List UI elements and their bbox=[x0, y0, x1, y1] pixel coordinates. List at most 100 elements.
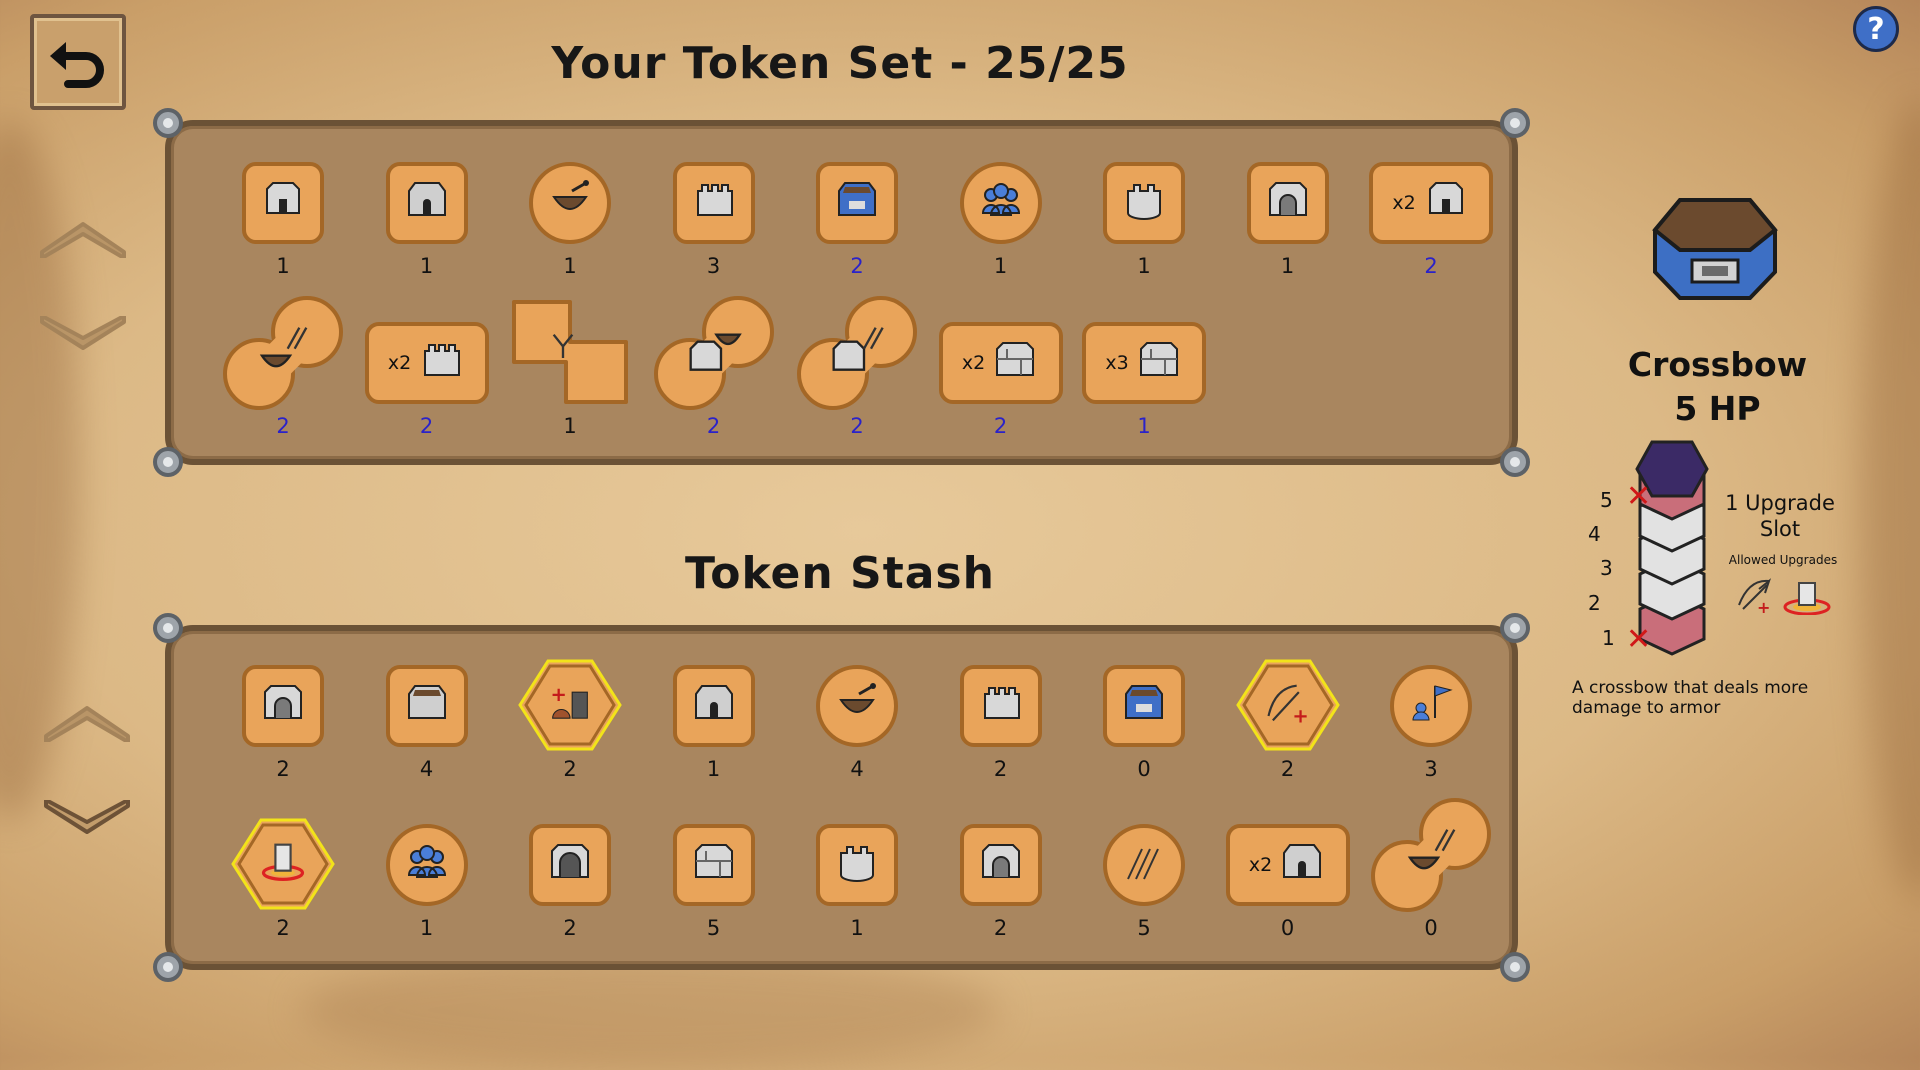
token-button[interactable] bbox=[816, 162, 898, 244]
token-button[interactable] bbox=[816, 665, 898, 747]
token-slot[interactable]: 2 bbox=[941, 824, 1061, 974]
token-slot[interactable]: 1 bbox=[510, 162, 630, 312]
token-button[interactable] bbox=[508, 294, 632, 412]
set-scroll-up-arrow[interactable] bbox=[38, 218, 128, 258]
token-button[interactable] bbox=[385, 824, 468, 906]
token-slot[interactable]: 2 bbox=[510, 824, 630, 974]
token-button[interactable] bbox=[795, 294, 919, 412]
stone-keep-icon bbox=[694, 685, 733, 719]
token-slot[interactable]: 1 bbox=[941, 162, 1061, 312]
token-button[interactable] bbox=[672, 162, 755, 244]
token-button[interactable] bbox=[385, 665, 468, 747]
token-button[interactable] bbox=[1246, 162, 1329, 244]
hp-level-5: 5 bbox=[1600, 488, 1613, 512]
token-slot[interactable]: 0 bbox=[1371, 798, 1491, 974]
token-button[interactable] bbox=[959, 162, 1042, 244]
token-button[interactable]: x2 bbox=[938, 322, 1063, 404]
crossbow-upgrade-icon: + bbox=[1266, 684, 1308, 728]
token-slot[interactable]: 3 bbox=[654, 162, 774, 312]
token-button[interactable]: + bbox=[518, 659, 622, 751]
token-stash-panel: 2 4 +2 1 4 2 0 +2 3 2 1 2 5 1 2 5 x2 0 0 bbox=[153, 613, 1530, 982]
token-slot[interactable]: +2 bbox=[510, 659, 630, 815]
token-button[interactable] bbox=[221, 294, 345, 412]
token-slot[interactable]: 1 bbox=[223, 162, 343, 312]
token-count: 2 bbox=[1424, 254, 1438, 278]
token-button[interactable] bbox=[672, 824, 755, 906]
token-slot[interactable]: 1 bbox=[654, 665, 774, 815]
token-slot[interactable]: 2 bbox=[797, 296, 917, 472]
hp-level-2: 2 bbox=[1588, 591, 1601, 615]
token-slot[interactable]: 1 bbox=[797, 824, 917, 974]
stone-keep-icon bbox=[407, 182, 446, 216]
token-slot[interactable]: 2 bbox=[797, 162, 917, 312]
token-slot[interactable]: 2 bbox=[941, 665, 1061, 815]
token-button[interactable]: + bbox=[1235, 659, 1340, 751]
stash-scroll-down-arrow[interactable] bbox=[42, 800, 132, 840]
token-count: 1 bbox=[563, 254, 577, 278]
token-slot[interactable]: 1 bbox=[367, 162, 487, 312]
token-slot[interactable]: x2 2 bbox=[364, 322, 489, 472]
token-button[interactable] bbox=[1103, 665, 1185, 747]
round-tower-icon bbox=[1127, 184, 1161, 220]
token-button[interactable] bbox=[1103, 162, 1185, 244]
token-button[interactable] bbox=[242, 162, 324, 244]
token-slot[interactable]: 2 bbox=[653, 296, 774, 472]
token-button[interactable] bbox=[1390, 665, 1472, 747]
token-count: 0 bbox=[1137, 757, 1151, 781]
token-slot[interactable]: 2 bbox=[223, 296, 343, 472]
token-slot[interactable]: 1 bbox=[1084, 162, 1204, 312]
token-button[interactable] bbox=[672, 665, 755, 747]
stone-wall-icon bbox=[996, 342, 1035, 376]
token-slot[interactable]: 1 bbox=[367, 824, 487, 974]
token-count: 1 bbox=[563, 414, 577, 438]
token-slot[interactable]: 1 bbox=[1228, 162, 1348, 312]
token-button[interactable] bbox=[1369, 796, 1493, 914]
hp-level-1: 1 bbox=[1602, 626, 1615, 650]
token-button[interactable] bbox=[959, 824, 1042, 906]
token-slot[interactable]: x2 0 bbox=[1225, 824, 1350, 974]
token-button[interactable]: x2 bbox=[1225, 824, 1350, 906]
token-count: 2 bbox=[419, 414, 434, 438]
token-slot[interactable]: 5 bbox=[1084, 824, 1204, 974]
banner-soldiers-icon bbox=[1412, 685, 1453, 721]
token-button[interactable]: x2 bbox=[364, 322, 489, 404]
token-slot[interactable]: 5 bbox=[654, 824, 774, 974]
arch-gate-icon bbox=[551, 844, 589, 878]
svg-text:✕: ✕ bbox=[1626, 622, 1651, 657]
token-count: 2 bbox=[276, 757, 290, 781]
token-button[interactable] bbox=[652, 294, 776, 412]
token-button[interactable]: x3 bbox=[1082, 322, 1206, 404]
svg-text:+: + bbox=[1757, 598, 1770, 615]
token-button[interactable] bbox=[1103, 824, 1185, 906]
token-slot[interactable]: 4 bbox=[367, 665, 487, 815]
token-slot[interactable]: 2 bbox=[223, 665, 343, 815]
token-count: 2 bbox=[1280, 757, 1295, 781]
token-slot[interactable]: x2 2 bbox=[1369, 162, 1493, 312]
token-slot[interactable]: +2 bbox=[1228, 659, 1348, 815]
token-button[interactable] bbox=[959, 665, 1042, 747]
panel-bolt bbox=[153, 447, 183, 477]
token-button[interactable] bbox=[529, 162, 611, 244]
token-button[interactable] bbox=[231, 818, 335, 910]
stash-scroll-up-arrow[interactable] bbox=[42, 702, 132, 742]
token-count: 2 bbox=[850, 414, 864, 438]
token-slot[interactable]: 2 bbox=[223, 818, 343, 974]
set-scroll-down-arrow[interactable] bbox=[38, 316, 128, 356]
token-slot[interactable]: x3 1 bbox=[1082, 322, 1206, 472]
token-button[interactable]: x2 bbox=[1369, 162, 1493, 244]
token-multiplier: x2 bbox=[961, 352, 986, 374]
upgrade-slot-text: 1 Upgrade Slot bbox=[1725, 491, 1835, 541]
token-slot[interactable]: 3 bbox=[1371, 665, 1491, 815]
token-button[interactable] bbox=[242, 665, 324, 747]
token-count: 2 bbox=[993, 757, 1008, 781]
token-slot[interactable]: x2 2 bbox=[938, 322, 1063, 472]
token-multiplier: x2 bbox=[1392, 192, 1416, 214]
token-button[interactable] bbox=[529, 824, 611, 906]
token-slot[interactable]: 4 bbox=[797, 665, 917, 815]
battlement-tower-icon bbox=[424, 344, 461, 376]
help-button[interactable]: ? bbox=[1853, 6, 1899, 52]
token-button[interactable] bbox=[385, 162, 468, 244]
token-button[interactable] bbox=[816, 824, 898, 906]
token-slot[interactable]: 1 bbox=[510, 300, 630, 472]
token-slot[interactable]: 0 bbox=[1084, 665, 1204, 815]
